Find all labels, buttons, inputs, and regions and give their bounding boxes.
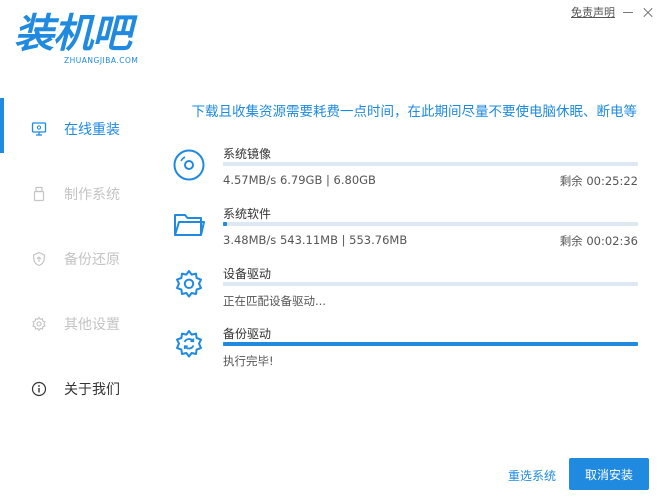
window-controls: 免责声明 xyxy=(571,4,655,20)
sync-gear-icon xyxy=(172,328,206,362)
sidebar-item-make-system[interactable]: 制作系统 xyxy=(0,161,160,226)
logo-title: 装机吧 xyxy=(14,11,132,57)
progress-bar xyxy=(223,222,638,226)
task-status: 执行完毕! xyxy=(223,354,274,368)
task-name: 系统软件 xyxy=(223,207,272,221)
sidebar-item-label: 其他设置 xyxy=(64,316,120,333)
info-icon xyxy=(30,380,48,398)
app-logo: 装机吧 ZHUANGJIBA.COM xyxy=(14,10,144,72)
sidebar-item-label: 在线重装 xyxy=(64,121,120,138)
sidebar-item-label: 备份还原 xyxy=(64,251,120,268)
logo-subtitle: ZHUANGJIBA.COM xyxy=(64,56,139,65)
sidebar-item-label: 关于我们 xyxy=(64,381,120,398)
task-name: 设备驱动 xyxy=(223,267,272,281)
gear-icon xyxy=(30,315,48,333)
gear-icon xyxy=(172,268,206,302)
task-remaining-time: 剩余 00:02:36 xyxy=(559,234,638,248)
progress-bar xyxy=(223,342,638,346)
close-icon[interactable] xyxy=(641,5,655,19)
reselect-system-link[interactable]: 重选系统 xyxy=(508,467,556,484)
cancel-install-button[interactable]: 取消安装 xyxy=(569,458,649,490)
task-status: 正在匹配设备驱动... xyxy=(223,294,326,308)
progress-bar xyxy=(223,162,638,166)
progress-fill xyxy=(223,342,638,346)
sidebar-item-label: 制作系统 xyxy=(64,186,120,203)
shield-icon xyxy=(30,250,48,268)
task-name: 系统镜像 xyxy=(223,147,272,161)
disc-icon xyxy=(172,148,206,182)
task-system-image: 系统镜像 4.57MB/s 6.79GB | 6.80GB 剩余 00:25:2… xyxy=(172,147,638,204)
download-notice: 下载且收集资源需要耗费一点时间，在此期间尽量不要使电脑休眠、断电等 xyxy=(191,104,638,120)
sidebar: 在线重装 制作系统 备份还原 其他设置 关于我们 xyxy=(0,96,160,421)
task-system-software: 系统软件 3.48MB/s 543.11MB | 553.76MB 剩余 00:… xyxy=(172,207,638,264)
task-backup-drivers: 备份驱动 执行完毕! xyxy=(172,327,638,384)
disclaimer-link[interactable]: 免责声明 xyxy=(571,4,615,20)
monitor-icon xyxy=(30,120,48,138)
task-device-drivers: 设备驱动 正在匹配设备驱动... xyxy=(172,267,638,324)
progress-bar xyxy=(223,282,638,286)
sidebar-item-online-reinstall[interactable]: 在线重装 xyxy=(0,96,160,161)
sidebar-item-backup-restore[interactable]: 备份还原 xyxy=(0,226,160,291)
usb-icon xyxy=(30,185,48,203)
progress-fill xyxy=(223,222,228,226)
task-remaining-time: 剩余 00:25:22 xyxy=(559,174,638,188)
task-status: 3.48MB/s 543.11MB | 553.76MB xyxy=(223,233,408,247)
minimize-icon[interactable] xyxy=(621,5,635,19)
task-status: 4.57MB/s 6.79GB | 6.80GB xyxy=(223,173,376,187)
folder-icon xyxy=(172,208,206,242)
sidebar-item-other-settings[interactable]: 其他设置 xyxy=(0,291,160,356)
sidebar-item-about-us[interactable]: 关于我们 xyxy=(0,356,160,421)
task-name: 备份驱动 xyxy=(223,327,272,341)
